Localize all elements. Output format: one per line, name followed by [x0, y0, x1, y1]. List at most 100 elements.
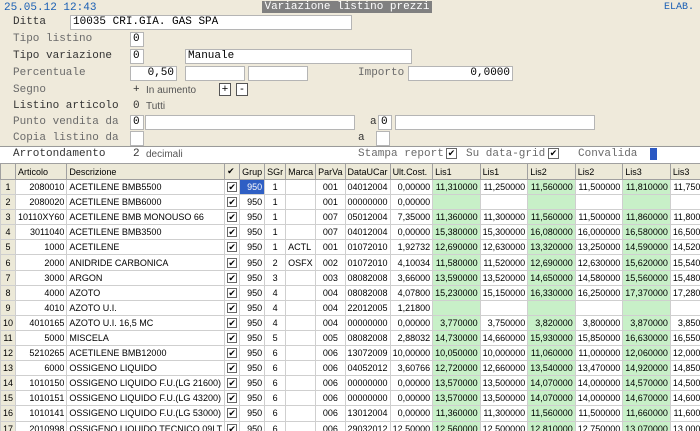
lis2-a-cell[interactable]: 12,690000 [527, 254, 576, 271]
marca-cell[interactable] [285, 420, 317, 431]
grup-cell[interactable]: 950 [239, 329, 266, 347]
lis2-a-cell[interactable]: 11,560000 [527, 178, 576, 196]
lis1-a-cell[interactable]: 13,570000 [432, 390, 481, 407]
articolo-cell[interactable]: 1010151 [15, 390, 68, 407]
grup-cell[interactable]: 950 [239, 314, 266, 331]
row-checkbox[interactable]: ✔ [227, 257, 238, 268]
articolo-cell[interactable]: 6000 [15, 360, 68, 377]
table-row[interactable]: 11 5000 MISCELA ✔ 950 5 005 08082008 2,88032 14,7… [0, 329, 700, 347]
table-row[interactable]: 12 5210265 ACETILENE BMB12000 ✔ 950 6 006 13072… [0, 345, 700, 362]
articolo-cell[interactable]: 2080010 [15, 178, 68, 196]
lis3-a-cell[interactable]: 14,920000 [622, 360, 671, 377]
lis1-a-cell[interactable]: 13,570000 [432, 375, 481, 392]
articolo-cell[interactable]: 2010998 [15, 420, 68, 431]
row-checkbox[interactable]: ✔ [227, 317, 238, 328]
check-cell[interactable]: ✔ [224, 375, 241, 392]
lis1-b-cell[interactable] [479, 299, 529, 316]
col-header-ultcost[interactable]: Ult.Cost. [389, 163, 434, 180]
sgr-cell[interactable]: 5 [264, 329, 287, 347]
descrizione-cell[interactable]: AZOTO U.I. 16,5 MC [66, 314, 226, 331]
lis1-a-cell[interactable]: 11,360000 [432, 405, 481, 422]
col-header-lis3-b[interactable]: Lis3 [669, 163, 700, 180]
marca-cell[interactable]: ACTL [285, 239, 317, 256]
parva-cell[interactable]: 006 [315, 360, 346, 377]
sgr-cell[interactable]: 1 [264, 194, 287, 211]
dataucar-cell[interactable]: 00000000 [344, 314, 391, 331]
dataucar-cell[interactable]: 04012004 [344, 224, 391, 241]
ultcost-cell[interactable]: 2,88032 [389, 329, 434, 347]
check-cell[interactable]: ✔ [224, 269, 241, 286]
descrizione-cell[interactable]: ACETILENE BMB MONOUSO 66 [66, 209, 226, 226]
lis3-b-cell[interactable]: 14,850000 [669, 360, 700, 377]
lis2-a-cell[interactable]: 16,080000 [527, 224, 576, 241]
articolo-cell[interactable]: 2080020 [15, 194, 68, 211]
check-cell[interactable]: ✔ [224, 299, 241, 316]
row-checkbox[interactable]: ✔ [227, 272, 238, 283]
marca-cell[interactable] [285, 194, 317, 211]
parva-cell[interactable]: 006 [315, 390, 346, 407]
lis1-b-cell[interactable]: 14,660000 [479, 329, 529, 347]
lis1-b-cell[interactable]: 11,300000 [479, 405, 529, 422]
col-header-lis1-b[interactable]: Lis1 [479, 163, 529, 180]
lis3-a-cell[interactable]: 11,810000 [622, 178, 671, 196]
table-row[interactable]: 3 10110XY60 ACETILENE BMB MONOUSO 66 ✔ 950 1 0… [0, 209, 700, 226]
lis1-a-cell[interactable] [432, 299, 481, 316]
lis2-b-cell[interactable]: 11,500000 [574, 405, 624, 422]
dataucar-cell[interactable]: 00000000 [344, 194, 391, 211]
table-row[interactable]: 14 1010150 OSSIGENO LIQUIDO F.U.(LG 21600)… [0, 375, 700, 392]
ultcost-cell[interactable]: 7,35000 [389, 209, 434, 226]
lis3-a-cell[interactable] [622, 299, 671, 316]
descrizione-cell[interactable]: ACETILENE BMB12000 [66, 345, 226, 362]
percentuale-extra-field-2[interactable] [248, 66, 308, 81]
check-cell[interactable]: ✔ [224, 224, 241, 241]
sgr-cell[interactable]: 3 [264, 269, 287, 286]
dataucar-cell[interactable]: 13072009 [344, 345, 391, 362]
descrizione-cell[interactable]: ACETILENE BMB3500 [66, 224, 226, 241]
row-checkbox[interactable]: ✔ [227, 287, 238, 298]
ultcost-cell[interactable]: 3,66000 [389, 269, 434, 286]
dataucar-cell[interactable]: 04052012 [344, 360, 391, 377]
articolo-cell[interactable]: 10110XY60 [15, 209, 68, 226]
table-row[interactable]: 1 2080010 ACETILENE BMB5500 ✔ 950 1 001 0401200… [0, 178, 700, 196]
check-cell[interactable]: ✔ [224, 390, 241, 407]
table-row[interactable]: 6 2000 ANIDRIDE CARBONICA ✔ 950 2 OSFX 002 01072… [0, 254, 700, 271]
table-row[interactable]: 7 3000 ARGON ✔ 950 3 003 08082008 3,66000 13,5900… [0, 269, 700, 286]
lis2-a-cell[interactable] [527, 299, 576, 316]
articolo-cell[interactable]: 4010165 [15, 314, 68, 331]
lis1-a-cell[interactable]: 11,580000 [432, 254, 481, 271]
col-header-articolo[interactable]: Articolo [15, 163, 68, 180]
parva-cell[interactable]: 001 [315, 239, 346, 256]
dataucar-cell[interactable]: 08082008 [344, 284, 391, 301]
ultcost-cell[interactable]: 0,00000 [389, 314, 434, 331]
descrizione-cell[interactable]: OSSIGENO LIQUIDO [66, 360, 226, 377]
lis1-a-cell[interactable]: 14,730000 [432, 329, 481, 347]
lis3-a-cell[interactable]: 3,870000 [622, 314, 671, 331]
ultcost-cell[interactable]: 1,92732 [389, 239, 434, 256]
sgr-cell[interactable]: 6 [264, 360, 287, 377]
col-header-lis2-a[interactable]: Lis2 [527, 163, 576, 180]
lis1-b-cell[interactable]: 11,300000 [479, 209, 529, 226]
marca-cell[interactable] [285, 329, 317, 347]
articolo-cell[interactable]: 1000 [15, 239, 68, 256]
grup-cell[interactable]: 950 [239, 284, 266, 301]
row-checkbox[interactable]: ✔ [227, 408, 238, 419]
ultcost-cell[interactable]: 0,00000 [389, 178, 434, 196]
lis2-a-cell[interactable]: 15,930000 [527, 329, 576, 347]
lis1-b-cell[interactable] [479, 194, 529, 211]
articolo-cell[interactable]: 3000 [15, 269, 68, 286]
marca-cell[interactable] [285, 345, 317, 362]
parva-cell[interactable]: 006 [315, 375, 346, 392]
col-header-dataucar[interactable]: DataUCar [344, 163, 391, 180]
lis3-a-cell[interactable]: 11,860000 [622, 209, 671, 226]
check-cell[interactable]: ✔ [224, 178, 241, 196]
lis3-b-cell[interactable]: 11,800000 [669, 209, 700, 226]
table-row[interactable]: 8 4000 AZOTO ✔ 950 4 004 08082008 4,07800 15,2300… [0, 284, 700, 301]
lis3-a-cell[interactable]: 15,620000 [622, 254, 671, 271]
lis3-a-cell[interactable]: 14,590000 [622, 239, 671, 256]
punto-vendita-to-field[interactable]: 0 [378, 115, 392, 130]
check-cell[interactable]: ✔ [224, 345, 241, 362]
lis2-b-cell[interactable]: 14,000000 [574, 390, 624, 407]
lis1-a-cell[interactable]: 10,050000 [432, 345, 481, 362]
row-checkbox[interactable]: ✔ [227, 212, 238, 223]
copia-listino-to-field[interactable] [376, 131, 390, 146]
